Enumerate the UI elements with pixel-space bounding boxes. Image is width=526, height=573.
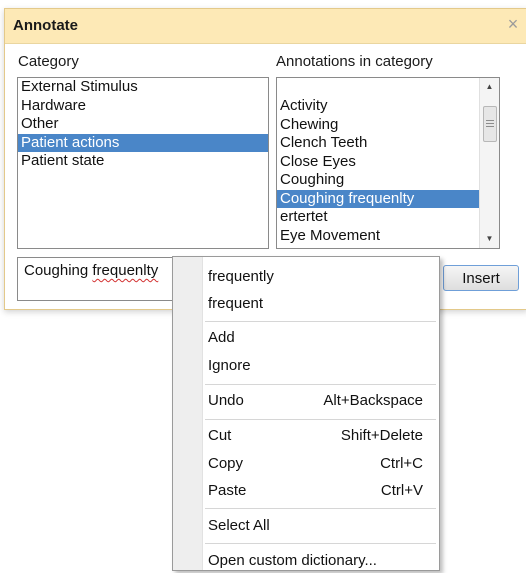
annotation-list-item[interactable]: Activity: [277, 97, 479, 116]
paste-shortcut: Ctrl+V: [380, 482, 423, 499]
menu-separator: [205, 321, 436, 322]
category-label: Category: [18, 53, 79, 70]
title-bar: Annotate ×: [5, 9, 526, 44]
annotation-list-item[interactable]: Coughing frequenlty: [277, 189, 479, 208]
menu-item-suggestion-frequently[interactable]: frequently: [208, 265, 423, 289]
category-list-item[interactable]: Other: [18, 115, 268, 134]
annotation-list-item[interactable]: Eye Movement: [277, 227, 479, 246]
menu-separator: [205, 384, 436, 385]
menu-item-copy[interactable]: Copy Ctrl+C: [208, 452, 423, 476]
category-list[interactable]: External Stimulus Hardware Other Patient ac…: [17, 77, 269, 249]
menu-item-select-all[interactable]: Select All: [208, 514, 423, 538]
menu-separator: [205, 508, 436, 509]
menu-item-undo[interactable]: Undo Alt+Backspace: [208, 389, 423, 413]
spellcheck-context-menu: frequently frequent Add Ignore Undo Alt+B…: [172, 256, 440, 571]
category-list-item[interactable]: Patient state: [18, 152, 268, 171]
category-list-item[interactable]: External Stimulus: [18, 78, 268, 97]
scroll-thumb[interactable]: [483, 106, 497, 142]
category-list-item[interactable]: Hardware: [18, 97, 268, 116]
annotation-list-item[interactable]: Clench Teeth: [277, 134, 479, 153]
dialog-title: Annotate: [13, 17, 78, 34]
cut-shortcut: Shift+Delete: [340, 427, 423, 444]
scroll-up-arrow-icon[interactable]: ▲: [480, 78, 499, 96]
copy-shortcut: Ctrl+C: [380, 455, 423, 472]
menu-item-suggestion-frequent[interactable]: frequent: [208, 292, 423, 316]
menu-separator: [205, 419, 436, 420]
annotation-list-item[interactable]: Chewing: [277, 116, 479, 135]
menu-item-paste[interactable]: Paste Ctrl+V: [208, 479, 423, 503]
annotations-label: Annotations in category: [276, 53, 433, 70]
menu-item-ignore[interactable]: Ignore: [208, 354, 423, 378]
misspelled-word[interactable]: frequenlty: [92, 262, 158, 279]
menu-item-open-custom-dictionary[interactable]: Open custom dictionary...: [208, 549, 423, 573]
annotations-list[interactable]: Activity Chewing Clench Teeth Close Eyes Cou…: [276, 77, 500, 249]
menu-gutter: [173, 257, 203, 570]
menu-separator: [205, 543, 436, 544]
menu-item-cut[interactable]: Cut Shift+Delete: [208, 424, 423, 448]
close-icon[interactable]: ×: [503, 14, 523, 34]
annotation-list-item[interactable]: Close Eyes: [277, 153, 479, 172]
annotations-scrollbar[interactable]: ▲ ▼: [479, 78, 499, 248]
category-list-item[interactable]: Patient actions: [18, 133, 268, 152]
insert-button[interactable]: Insert: [443, 265, 519, 291]
annotation-list-item[interactable]: Coughing: [277, 171, 479, 190]
text-word-1: Coughing: [24, 262, 89, 279]
undo-shortcut: Alt+Backspace: [323, 392, 423, 409]
annotation-list-item[interactable]: ertertet: [277, 208, 479, 227]
scroll-down-arrow-icon[interactable]: ▼: [480, 230, 499, 248]
menu-item-add[interactable]: Add: [208, 326, 423, 350]
